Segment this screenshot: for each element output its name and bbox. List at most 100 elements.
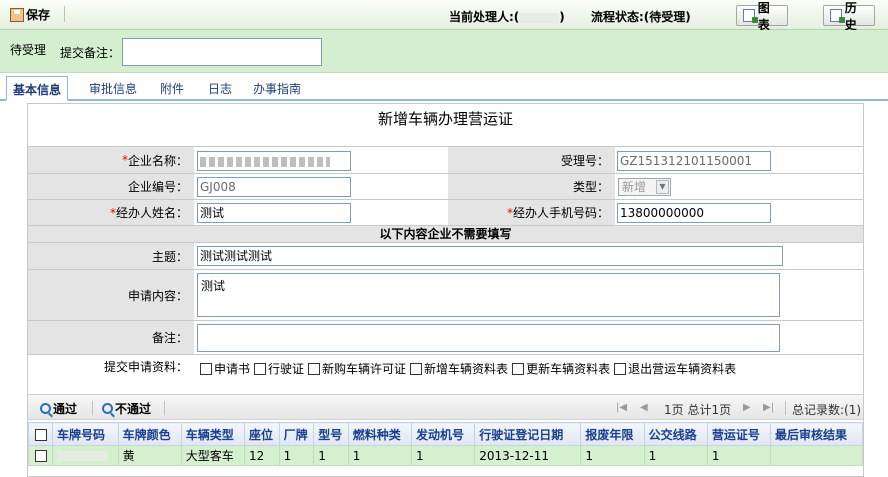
handler-label: 当前处理人:( — [449, 10, 520, 24]
material-option[interactable]: 新增车辆资料表 — [410, 360, 508, 377]
company-name-label-text: 企业名称： — [127, 153, 188, 168]
content-textarea[interactable]: 测试 — [197, 273, 780, 317]
toolbar-divider — [164, 401, 165, 415]
form-title: 新增车辆办理营运证 — [377, 110, 513, 128]
tab-basic-info[interactable]: 基本信息 — [6, 76, 69, 101]
toolbar-divider — [92, 401, 93, 415]
history-icon — [830, 9, 845, 23]
column-header[interactable]: 厂牌 — [278, 422, 315, 446]
pending-panel: 待受理 提交备注： — [0, 30, 888, 73]
pending-status: 待受理 — [10, 43, 47, 57]
handler-masked-name — [519, 12, 560, 23]
form-panel: 新增车辆办理营运证 * 企业名称： 受理号： GZ151312101150001 … — [27, 103, 864, 477]
page-info: 1页 总计1页 — [664, 403, 732, 417]
select-all-cell — [28, 422, 53, 446]
form-row: * 经办人姓名： 测试 * 经办人手机号码： 13800000000 — [28, 200, 863, 226]
checkbox[interactable] — [410, 362, 423, 375]
form-row: 提交申请资料： 申请书 行驶证 新购车辆许可证 新增车辆资料表 更新车辆资料表 … — [28, 355, 863, 378]
pass-label: 通过 — [53, 402, 78, 416]
column-header[interactable]: 最后审核结果 — [770, 422, 863, 446]
remark-label: 提交备注： — [60, 46, 121, 60]
form-row: * 企业名称： 受理号： GZ151312101150001 — [28, 147, 863, 174]
company-name-input[interactable] — [197, 151, 351, 171]
handler-phone-label: * 经办人手机号码： — [448, 200, 615, 225]
content-label: 申请内容： — [28, 270, 194, 320]
checkbox[interactable] — [308, 362, 321, 375]
materials-label: 提交申请资料： — [28, 355, 194, 378]
tab-approval-info[interactable]: 审批信息 — [89, 80, 137, 97]
column-header[interactable]: 车牌颜色 — [117, 422, 182, 446]
column-header[interactable]: 报废年限 — [580, 422, 645, 446]
acceptance-no-label: 受理号： — [448, 147, 615, 173]
company-name-masked — [200, 156, 330, 167]
remark-input[interactable] — [122, 38, 322, 66]
pass-button[interactable]: 通过 — [40, 400, 77, 417]
column-header[interactable]: 营运证号 — [706, 422, 772, 446]
table-cell: 1 — [278, 445, 315, 466]
material-option[interactable]: 退出营运车辆资料表 — [614, 360, 736, 377]
table-row[interactable]: 黄 大型客车 12 1 1 1 1 2013-12-11 1 1 1 — [28, 445, 863, 466]
reject-label: 不通过 — [115, 402, 152, 416]
company-code-label: 企业编号： — [28, 174, 194, 199]
row-select-cell — [28, 445, 53, 466]
plate-number-cell — [52, 445, 119, 466]
last-page-icon[interactable]: ▶| — [763, 402, 774, 413]
form-row: 企业编号： GJ008 类型： 新增 ▼ — [28, 174, 863, 200]
handler-phone-input[interactable]: 13800000000 — [617, 203, 771, 223]
company-name-label: * 企业名称： — [28, 147, 194, 173]
column-header[interactable]: 车辆类型 — [180, 422, 246, 446]
select-all-checkbox[interactable] — [35, 428, 47, 441]
tab-guide[interactable]: 办事指南 — [253, 80, 301, 97]
save-button[interactable]: 保存 — [10, 6, 50, 23]
plate-number-masked — [57, 451, 107, 461]
column-header[interactable]: 公交线路 — [643, 422, 708, 446]
form-row: 申请内容： 测试 — [28, 270, 863, 321]
table-cell: 1 — [411, 445, 476, 466]
chart-label: 图表 — [757, 0, 770, 32]
acceptance-no-input[interactable]: GZ151312101150001 — [617, 151, 771, 171]
checkbox[interactable] — [614, 362, 627, 375]
tab-log[interactable]: 日志 — [208, 80, 232, 97]
history-button[interactable]: 历史 — [823, 1, 875, 32]
notes-textarea[interactable] — [197, 324, 780, 352]
type-select[interactable]: 新增 ▼ — [618, 178, 671, 196]
chart-icon — [743, 9, 758, 23]
column-header[interactable]: 型号 — [313, 422, 349, 446]
history-label: 历史 — [844, 0, 857, 32]
column-header[interactable]: 车牌号码 — [52, 422, 119, 446]
next-page-icon[interactable]: ▶ — [743, 402, 751, 413]
material-option[interactable]: 申请书 — [200, 360, 250, 377]
material-option[interactable]: 新购车辆许可证 — [308, 360, 406, 377]
column-header[interactable]: 座位 — [244, 422, 280, 446]
material-option[interactable]: 更新车辆资料表 — [512, 360, 610, 377]
first-page-icon[interactable]: |◀ — [616, 402, 627, 413]
prev-page-icon[interactable]: ◀ — [640, 402, 648, 413]
column-header[interactable]: 燃料种类 — [347, 422, 413, 446]
notes-label: 备注： — [28, 321, 194, 354]
process-status: 流程状态:(待受理) — [591, 10, 691, 24]
subject-input[interactable]: 测试测试测试 — [197, 246, 783, 266]
table-cell: 1 — [580, 445, 645, 466]
material-label: 行驶证 — [268, 362, 305, 376]
current-handler: 当前处理人:() — [449, 8, 565, 25]
row-checkbox[interactable] — [35, 450, 47, 462]
company-code-input[interactable]: GJ008 — [197, 177, 351, 197]
tab-attachments[interactable]: 附件 — [160, 80, 184, 97]
save-icon — [10, 7, 24, 22]
handler-name-input[interactable]: 测试 — [197, 203, 351, 223]
material-option[interactable]: 行驶证 — [254, 360, 304, 377]
form-row: 备注： — [28, 321, 863, 355]
type-select-value: 新增 — [622, 180, 647, 194]
checkbox[interactable] — [512, 362, 525, 375]
handler-phone-label-text: 经办人手机号码： — [512, 206, 609, 220]
column-header[interactable]: 发动机号 — [411, 422, 476, 446]
table-cell: 2013-12-11 — [474, 445, 582, 466]
checkbox[interactable] — [200, 362, 212, 375]
chart-button[interactable]: 图表 — [736, 1, 788, 32]
column-header[interactable]: 行驶证登记日期 — [474, 422, 582, 446]
reject-button[interactable]: 不通过 — [102, 400, 151, 417]
checkbox[interactable] — [254, 362, 267, 375]
search-icon — [102, 403, 113, 414]
table-cell: 黄 — [117, 445, 182, 466]
material-label: 新增车辆资料表 — [424, 362, 509, 376]
